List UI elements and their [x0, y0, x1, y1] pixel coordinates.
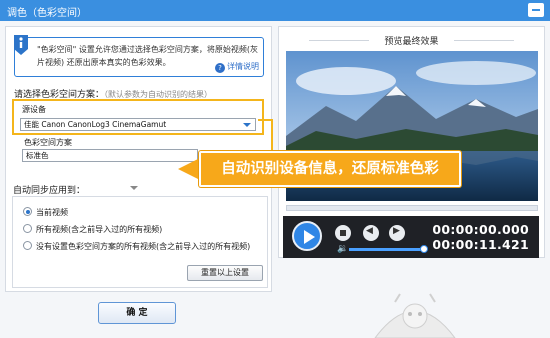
next-icon[interactable] — [389, 225, 405, 241]
sync-option-unset[interactable]: 没有设置色彩空间方案的所有视频(含之前导入过的所有视频) — [23, 241, 250, 252]
source-device-value: 佳能 Canon CanonLog3 CinemaGamut — [24, 120, 167, 129]
detail-link-label: 详情说明 — [227, 62, 259, 71]
color-space-value: 标准色 — [26, 151, 49, 160]
dropdown-arrow-icon — [243, 123, 251, 127]
sync-option-current[interactable]: 当前视频 — [23, 207, 68, 218]
play-icon[interactable] — [292, 221, 322, 251]
radio-icon — [23, 224, 32, 233]
callout-banner: 自动识别设备信息，还原标准色彩 — [199, 151, 461, 187]
title-bar: 调色（色彩空间） — [0, 0, 550, 21]
scheme-hint: （默认参数为自动识别的结果） — [104, 90, 213, 99]
seek-marker-icon — [130, 186, 138, 190]
info-icon — [14, 35, 28, 55]
detail-link[interactable]: ? 详情说明 — [215, 61, 259, 73]
minimize-icon[interactable] — [528, 3, 544, 17]
question-icon: ? — [215, 63, 225, 73]
callout-text: 自动识别设备信息，还原标准色彩 — [221, 161, 439, 177]
sync-label: 自动同步应用到： — [13, 186, 86, 196]
source-device-select[interactable]: 佳能 Canon CanonLog3 CinemaGamut — [20, 118, 256, 131]
radio-icon — [23, 207, 32, 216]
volume-handle[interactable] — [420, 245, 428, 253]
volume-icon[interactable]: 🔉 — [337, 244, 348, 254]
source-device-highlight: 源设备 佳能 Canon CanonLog3 CinemaGamut — [12, 99, 264, 135]
time-total: 00:00:11.421 — [432, 237, 529, 252]
stop-icon[interactable] — [335, 225, 351, 241]
volume-slider[interactable] — [349, 248, 423, 251]
preview-title: 预览最终效果 — [279, 34, 544, 47]
window-title: 调色（色彩空间） — [7, 8, 87, 19]
sync-option-all[interactable]: 所有视频(含之前导入过的所有视频) — [23, 224, 162, 235]
color-space-label: 色彩空间方案 — [24, 138, 72, 147]
callout-arrow-icon — [178, 158, 200, 180]
color-space-select[interactable]: 标准色 — [22, 149, 198, 162]
reset-button[interactable]: 重置以上设置 — [187, 265, 263, 281]
sync-options-group: 当前视频 所有视频(含之前导入过的所有视频) 没有设置色彩空间方案的所有视频(含… — [12, 196, 268, 288]
source-device-label: 源设备 — [22, 105, 46, 114]
time-current: 00:00:00.000 — [432, 222, 529, 237]
mascot-icon — [374, 293, 456, 338]
sync-option-label: 没有设置色彩空间方案的所有视频(含之前导入过的所有视频) — [36, 242, 251, 251]
sync-option-label: 当前视频 — [36, 208, 68, 217]
previous-icon[interactable] — [363, 225, 379, 241]
radio-icon — [23, 241, 32, 250]
player-controls: 🔉 00:00:00.000 00:00:11.421 — [283, 216, 539, 258]
seek-bar[interactable] — [286, 205, 538, 211]
sync-option-label: 所有视频(含之前导入过的所有视频) — [36, 225, 163, 234]
confirm-button[interactable]: 确 定 — [98, 302, 176, 324]
info-box: "色彩空间" 设置允许您通过选择色彩空间方案，将原始视频(灰片视频) 还原出原本… — [14, 35, 264, 77]
